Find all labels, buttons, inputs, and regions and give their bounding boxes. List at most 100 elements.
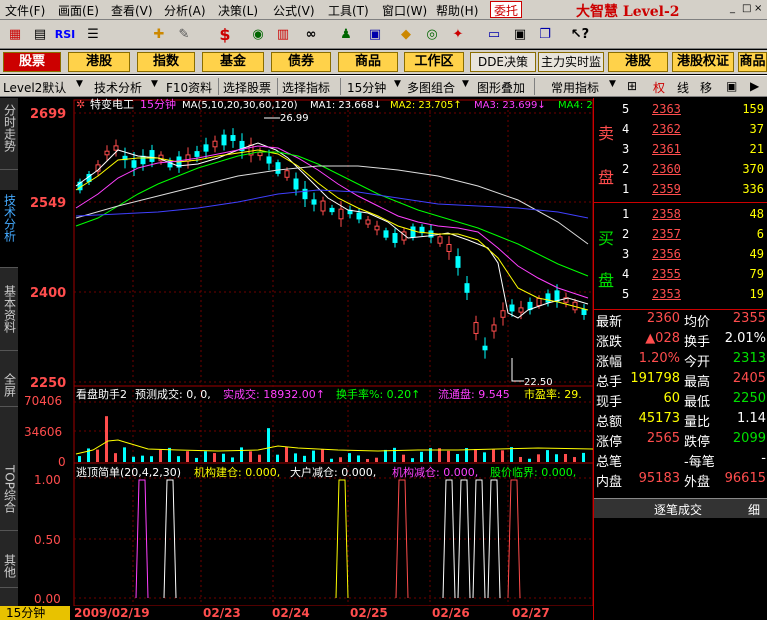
menu-tools[interactable]: 工具(T) <box>328 2 369 19</box>
quote-value: - <box>761 451 766 466</box>
cash-icon[interactable]: ▦ <box>4 24 26 44</box>
tab-commodity[interactable]: 商品 <box>338 52 398 72</box>
tab-technical[interactable]: 技术分析 <box>0 190 18 268</box>
tab-fundamental[interactable]: 基本资料 <box>0 281 18 351</box>
menu-help[interactable]: 帮助(H) <box>436 2 478 19</box>
move-button[interactable]: 移 <box>700 79 712 96</box>
period-selector[interactable]: 15分钟 <box>347 79 386 96</box>
crosshair-icon[interactable]: ✚ <box>148 24 170 44</box>
menu-view-screen[interactable]: 画面(E) <box>58 2 99 19</box>
doc-icon[interactable]: ▣ <box>364 24 386 44</box>
tab-index[interactable]: 指数 <box>137 52 195 72</box>
panel-icon[interactable]: ▣ <box>726 79 737 93</box>
select-indicator-button[interactable]: 选择指标 <box>282 79 330 96</box>
ruler-icon[interactable]: ✎ <box>173 24 195 44</box>
chevron-down-icon[interactable]: ▼ <box>609 79 616 89</box>
sell-order-row[interactable]: 5 2363 159 <box>594 100 767 120</box>
buy-order-row[interactable]: 2 2357 6 <box>594 225 767 245</box>
menu-formula[interactable]: 公式(V) <box>273 2 315 19</box>
menu-view[interactable]: 查看(V) <box>111 2 153 19</box>
menu-file[interactable]: 文件(F) <box>5 2 45 19</box>
volume-bar <box>321 449 324 462</box>
sell-order-row[interactable]: 3 2361 21 <box>594 140 767 160</box>
tab-timeshare[interactable]: 分时走势 <box>0 100 18 170</box>
select-stock-button[interactable]: 选择股票 <box>223 79 271 96</box>
tab-fund[interactable]: 基金 <box>202 52 264 72</box>
binoculars-icon[interactable]: ∞ <box>300 24 322 44</box>
sell-order-row[interactable]: 2 2360 370 <box>594 160 767 180</box>
vol-icon[interactable]: RSI <box>54 24 76 44</box>
minimize-icon[interactable]: _ <box>730 3 740 15</box>
tab-main-monitor[interactable]: 主力实时监 <box>538 52 604 72</box>
maximize-icon[interactable]: □ <box>742 3 752 15</box>
candle <box>446 244 452 252</box>
tab-bond[interactable]: 债券 <box>271 52 331 72</box>
multi-chart-button[interactable]: 多图组合 <box>407 79 455 96</box>
quote-row: 总笔 -每笔 - <box>594 450 767 470</box>
tab-fullscreen[interactable]: 全屏 <box>0 369 18 407</box>
dollar-icon[interactable]: $ <box>214 24 236 44</box>
tab-workspace[interactable]: 工作区 <box>404 52 464 72</box>
period-label[interactable]: 15分钟 <box>0 606 70 620</box>
market-tab-bar: 股票 港股 指数 基金 债券 商品 工作区 DDE决策 主力实时监 港股 港股权… <box>0 50 767 74</box>
gear-icon[interactable]: ✲ <box>76 98 85 111</box>
close-icon[interactable]: × <box>754 3 764 15</box>
buy-order-row[interactable]: 1 2358 48 <box>594 205 767 225</box>
tab-detail-short[interactable]: 细 <box>748 501 760 518</box>
tech-analysis-button[interactable]: 技术分析 <box>94 79 142 96</box>
f10-button[interactable]: F10资料 <box>166 79 212 96</box>
volume-bar <box>240 447 243 462</box>
candle <box>221 134 227 146</box>
sign-icon[interactable]: ✦ <box>447 24 469 44</box>
tab-hk[interactable]: 港股 <box>68 52 130 72</box>
kline-chart[interactable]: 2699 2549 2400 2250 70406 34606 0 1.00 0… <box>18 98 593 608</box>
menu-analysis[interactable]: 分析(A) <box>164 2 206 19</box>
price: 2358 <box>652 207 681 221</box>
quote-label: 总笔 <box>596 455 623 470</box>
menu-window[interactable]: 窗口(W) <box>382 2 427 19</box>
common-indicator-button[interactable]: 常用指标 <box>551 79 599 96</box>
copy-icon[interactable]: ❐ <box>534 24 556 44</box>
tab-hk-2[interactable]: 港股 <box>608 52 668 72</box>
buy-order-row[interactable]: 3 2356 49 <box>594 245 767 265</box>
buy-order-row[interactable]: 4 2355 79 <box>594 265 767 285</box>
tab-hk-warrant[interactable]: 港股权证 <box>672 52 734 72</box>
ind-reduce-big: 大户减仓: 0.000, <box>290 465 376 479</box>
help-cursor-icon[interactable]: ↖? <box>569 24 591 44</box>
grid-icon[interactable]: ▤ <box>29 24 51 44</box>
bar-chart-icon[interactable]: ▥ <box>272 24 294 44</box>
overlay-button[interactable]: 图形叠加 <box>477 79 525 96</box>
tab-trade-detail[interactable]: 逐笔成交 <box>654 501 702 518</box>
buy-order-row[interactable]: 5 2353 19 <box>594 285 767 305</box>
price: 2363 <box>652 102 681 116</box>
tab-other[interactable]: 其他 <box>0 550 18 588</box>
chevron-down-icon[interactable]: ▼ <box>462 79 469 89</box>
finance-icon[interactable]: ◉ <box>247 24 269 44</box>
layout-default[interactable]: Level2默认 <box>3 79 66 96</box>
window-icon[interactable]: ▣ <box>509 24 531 44</box>
sell-order-row[interactable]: 4 2362 37 <box>594 120 767 140</box>
candle <box>311 199 317 205</box>
volume: 336 <box>742 182 764 196</box>
tab-stocks[interactable]: 股票 <box>3 52 61 72</box>
expand-icon[interactable]: ⊞ <box>627 79 637 93</box>
print-icon[interactable]: ▭ <box>483 24 505 44</box>
rights-button[interactable]: 权 <box>653 79 665 96</box>
weituo-button[interactable]: 委托 <box>490 1 522 18</box>
quote-row: 现手 60 最低 2250 <box>594 390 767 410</box>
tab-commodity-2[interactable]: 商品 <box>738 52 767 72</box>
menu-decision[interactable]: 决策(L) <box>218 2 258 19</box>
chevron-down-icon[interactable]: ▼ <box>151 79 158 89</box>
chevron-down-icon[interactable]: ▼ <box>76 79 83 89</box>
globe-icon[interactable]: ◎ <box>421 24 443 44</box>
sell-order-row[interactable]: 1 2359 336 <box>594 180 767 200</box>
bell-icon[interactable]: ♟ <box>335 24 357 44</box>
line-button[interactable]: 线 <box>677 79 689 96</box>
panel-right-icon[interactable]: ▶ <box>750 79 759 93</box>
diamond-icon[interactable]: ◆ <box>395 24 417 44</box>
table-icon[interactable]: ☰ <box>82 24 104 44</box>
price: 2355 <box>652 267 681 281</box>
tab-top[interactable]: TOP综合 <box>0 461 18 531</box>
tab-dde[interactable]: DDE决策 <box>470 52 536 72</box>
chevron-down-icon[interactable]: ▼ <box>394 79 401 89</box>
